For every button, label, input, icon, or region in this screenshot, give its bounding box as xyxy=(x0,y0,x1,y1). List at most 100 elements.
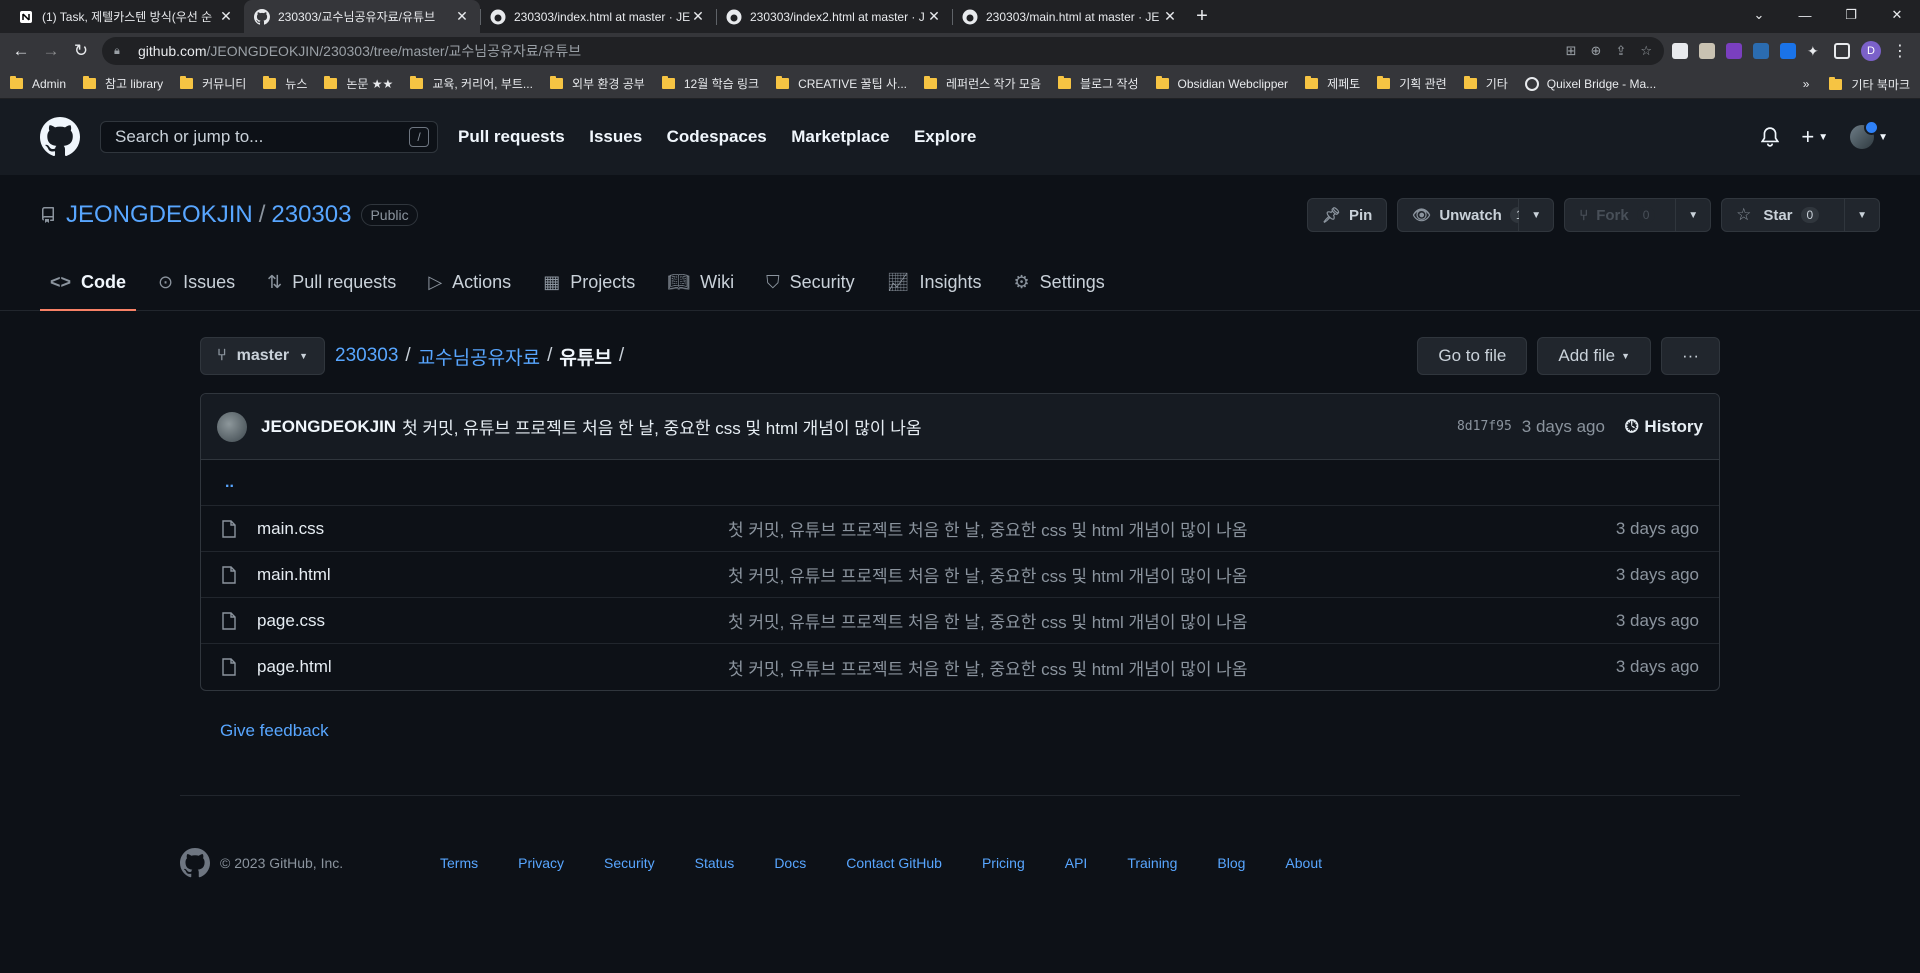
table-row[interactable]: main.html 첫 커밋, 유튜브 프로젝트 처음 한 날, 중요한 css… xyxy=(201,552,1719,598)
footer-link-contact[interactable]: Contact GitHub xyxy=(846,855,942,871)
bookmark-folder[interactable]: 레퍼런스 작가 모음 xyxy=(924,75,1041,92)
file-commit-message[interactable]: 첫 커밋, 유튜브 프로젝트 처음 한 날, 중요한 css 및 html 개념… xyxy=(728,562,1616,587)
file-name[interactable]: main.html xyxy=(257,565,728,585)
bookmarks-overflow-button[interactable]: » xyxy=(1803,77,1810,91)
github-logo-icon[interactable] xyxy=(180,848,210,878)
footer-link-pricing[interactable]: Pricing xyxy=(982,855,1025,871)
parent-directory-row[interactable]: .. xyxy=(201,460,1719,506)
bookmark-folder[interactable]: CREATIVE 꿀팁 사... xyxy=(776,75,907,92)
reload-icon[interactable]: ↻ xyxy=(66,36,96,66)
repo-owner-link[interactable]: JEONGDEOKJIN xyxy=(66,201,253,229)
profile-avatar[interactable]: D xyxy=(1861,41,1881,61)
file-commit-message[interactable]: 첫 커밋, 유튜브 프로젝트 처음 한 날, 중요한 css 및 html 개념… xyxy=(728,655,1616,680)
other-bookmarks[interactable]: 기타 북마크 xyxy=(1851,76,1910,93)
bookmark-star-icon[interactable]: ☆ xyxy=(1640,43,1652,59)
footer-link-security[interactable]: Security xyxy=(604,855,655,871)
file-name[interactable]: page.css xyxy=(257,611,728,631)
notion-extension-icon[interactable] xyxy=(1672,43,1688,59)
extension-wave-icon[interactable] xyxy=(1753,43,1769,59)
extension-blue-icon[interactable] xyxy=(1780,43,1796,59)
bookmark-quixel[interactable]: Quixel Bridge - Ma... xyxy=(1524,76,1656,91)
bookmark-folder[interactable]: 커뮤니티 xyxy=(180,75,246,92)
tab-actions[interactable]: ▷ Actions xyxy=(418,255,521,310)
browser-tab[interactable]: (1) Task, 제텔카스텐 방식(우선 순 ✕ xyxy=(8,0,244,33)
tab-issues[interactable]: ⊙ Issues xyxy=(148,255,245,310)
footer-link-blog[interactable]: Blog xyxy=(1217,855,1245,871)
tab-security[interactable]: ⛉ Security xyxy=(756,255,865,310)
file-name[interactable]: main.css xyxy=(257,519,728,539)
browser-tab[interactable]: 230303/main.html at master · JE ✕ xyxy=(952,0,1188,33)
bookmark-folder[interactable]: 블로그 작성 xyxy=(1058,75,1139,92)
minimize-icon[interactable]: — xyxy=(1782,0,1828,30)
bookmark-folder[interactable]: 12월 학습 링크 xyxy=(661,75,759,92)
commit-message[interactable]: 첫 커밋, 유튜브 프로젝트 처음 한 날, 중요한 css 및 html 개념… xyxy=(402,414,921,439)
tab-insights[interactable]: 📈︎ Insights xyxy=(877,255,992,310)
translate-icon[interactable]: ⊞ xyxy=(1566,43,1577,59)
table-row[interactable]: page.css 첫 커밋, 유튜브 프로젝트 처음 한 날, 중요한 css … xyxy=(201,598,1719,644)
breadcrumb-repo[interactable]: 230303 xyxy=(335,345,398,367)
bell-icon[interactable] xyxy=(1761,127,1780,147)
browser-tab[interactable]: 230303/index2.html at master · J ✕ xyxy=(716,0,952,33)
nav-explore[interactable]: Explore xyxy=(914,127,976,146)
bookmark-folder[interactable]: 참고 library xyxy=(83,75,163,92)
footer-link-privacy[interactable]: Privacy xyxy=(518,855,564,871)
table-row[interactable]: main.css 첫 커밋, 유튜브 프로젝트 처음 한 날, 중요한 css … xyxy=(201,506,1719,552)
watch-dropdown-button[interactable]: ▼ xyxy=(1519,198,1555,232)
close-icon[interactable]: ✕ xyxy=(218,8,234,25)
kebab-menu-icon[interactable]: ⋮ xyxy=(1892,41,1908,61)
tab-settings[interactable]: ⚙︎ Settings xyxy=(1004,255,1115,310)
tab-projects[interactable]: ▦ Projects xyxy=(533,255,645,310)
tab-wiki[interactable]: 📖︎ Wiki xyxy=(657,255,744,310)
footer-link-api[interactable]: API xyxy=(1065,855,1088,871)
repo-name-link[interactable]: 230303 xyxy=(271,201,351,229)
close-icon[interactable]: ✕ xyxy=(926,8,942,25)
footer-link-docs[interactable]: Docs xyxy=(774,855,806,871)
tab-search-icon[interactable]: ⌄ xyxy=(1736,0,1782,30)
user-menu[interactable]: ▼ xyxy=(1850,120,1888,149)
file-commit-message[interactable]: 첫 커밋, 유튜브 프로젝트 처음 한 날, 중요한 css 및 html 개념… xyxy=(728,608,1616,633)
commit-author[interactable]: JEONGDEOKJIN xyxy=(261,417,396,437)
browser-tab[interactable]: 230303/index.html at master · JE ✕ xyxy=(480,0,716,33)
footer-link-status[interactable]: Status xyxy=(695,855,735,871)
bookmark-folder[interactable]: 기획 관련 xyxy=(1377,75,1447,92)
footer-link-terms[interactable]: Terms xyxy=(440,855,478,871)
history-button[interactable]: 🕓︎ History xyxy=(1625,417,1703,437)
star-button[interactable]: ☆ Star 0 xyxy=(1721,198,1846,232)
go-to-file-button[interactable]: Go to file xyxy=(1417,337,1528,375)
nav-issues[interactable]: Issues xyxy=(589,127,642,146)
bookmark-folder[interactable]: 기타 xyxy=(1463,75,1508,92)
github-logo-icon[interactable] xyxy=(40,117,80,157)
bookmark-folder[interactable]: Admin xyxy=(10,76,66,91)
bookmark-folder[interactable]: Obsidian Webclipper xyxy=(1155,76,1288,91)
fork-dropdown-button[interactable]: ▼ xyxy=(1676,198,1712,232)
new-tab-button[interactable]: + xyxy=(1188,0,1216,33)
zoom-icon[interactable]: ⊕ xyxy=(1591,43,1602,59)
breadcrumb-folder[interactable]: 교수님공유자료 xyxy=(418,343,540,370)
bookmark-folder[interactable]: 교육, 커리어, 부트... xyxy=(410,75,533,92)
more-options-button[interactable]: ··· xyxy=(1661,337,1720,375)
nav-marketplace[interactable]: Marketplace xyxy=(791,127,889,146)
window-close-icon[interactable]: ✕ xyxy=(1874,0,1920,30)
share-icon[interactable]: ⇪ xyxy=(1615,43,1626,59)
bookmark-folder[interactable]: 뉴스 xyxy=(263,75,307,92)
parent-directory-link[interactable]: .. xyxy=(225,474,234,492)
file-name[interactable]: page.html xyxy=(257,657,728,677)
bookmark-folder[interactable]: 제페토 xyxy=(1305,75,1360,92)
avatar[interactable] xyxy=(217,411,247,442)
unwatch-button[interactable]: 👁︎Unwatch1 xyxy=(1397,198,1529,232)
bookmark-folder[interactable]: 외부 환경 공부 xyxy=(549,75,645,92)
star-dropdown-button[interactable]: ▼ xyxy=(1845,198,1880,232)
puzzle-icon[interactable]: ✦ xyxy=(1807,43,1823,59)
close-icon[interactable]: ✕ xyxy=(454,8,470,25)
create-new-button[interactable]: + ▼ xyxy=(1801,124,1828,150)
side-panel-icon[interactable] xyxy=(1834,43,1850,59)
address-bar[interactable]: 🔒︎ github.com/JEONGDEOKJIN/230303/tree/m… xyxy=(102,37,1664,65)
commit-sha[interactable]: 8d17f95 xyxy=(1457,419,1512,434)
close-icon[interactable]: ✕ xyxy=(690,8,706,25)
table-row[interactable]: page.html 첫 커밋, 유튜브 프로젝트 처음 한 날, 중요한 css… xyxy=(201,644,1719,690)
file-commit-message[interactable]: 첫 커밋, 유튜브 프로젝트 처음 한 날, 중요한 css 및 html 개념… xyxy=(728,516,1616,541)
restore-icon[interactable]: ❐ xyxy=(1828,0,1874,30)
extension-icon[interactable] xyxy=(1699,43,1715,59)
branch-selector[interactable]: ⑂ master ▼ xyxy=(200,337,326,375)
add-file-button[interactable]: Add file ▼ xyxy=(1537,337,1652,375)
